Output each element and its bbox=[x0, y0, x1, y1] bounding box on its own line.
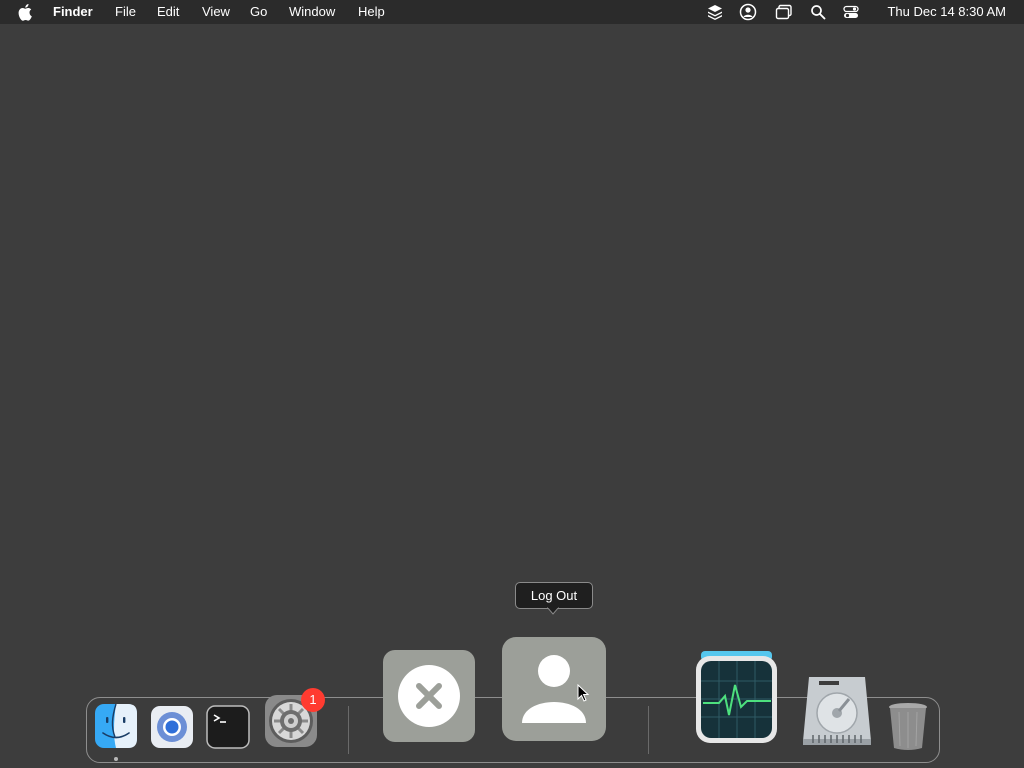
menu-window[interactable]: Window bbox=[289, 4, 335, 20]
terminal-icon[interactable] bbox=[206, 705, 250, 749]
menu-go[interactable]: Go bbox=[250, 4, 267, 20]
finder-running-indicator bbox=[114, 757, 118, 761]
trash-icon[interactable] bbox=[887, 702, 929, 752]
mouse-cursor-icon bbox=[577, 684, 589, 702]
screen-mirroring-icon[interactable] bbox=[775, 3, 793, 21]
menu-view[interactable]: View bbox=[202, 4, 230, 20]
menu-edit[interactable]: Edit bbox=[157, 4, 179, 20]
menu-clock[interactable]: Thu Dec 14 8:30 AM bbox=[887, 4, 1006, 20]
menu-bar: Finder File Edit View Go Window Help Thu… bbox=[0, 0, 1024, 24]
spotlight-search-icon[interactable] bbox=[809, 3, 827, 21]
close-icon[interactable] bbox=[383, 650, 475, 742]
finder-icon[interactable] bbox=[94, 703, 138, 749]
menu-file[interactable]: File bbox=[115, 4, 136, 20]
dock-tooltip: Log Out bbox=[515, 582, 593, 609]
menu-help[interactable]: Help bbox=[358, 4, 385, 20]
activity-monitor-icon[interactable] bbox=[695, 651, 778, 744]
chromium-icon[interactable] bbox=[150, 705, 194, 749]
tooltip-tail bbox=[547, 607, 559, 615]
layers-icon[interactable] bbox=[706, 3, 724, 21]
hard-drive-icon[interactable] bbox=[801, 675, 873, 747]
control-center-icon[interactable] bbox=[842, 3, 860, 21]
dock-separator bbox=[348, 706, 349, 754]
apple-menu-icon[interactable] bbox=[18, 3, 34, 21]
dock-separator bbox=[648, 706, 649, 754]
menu-app-name[interactable]: Finder bbox=[53, 4, 93, 20]
user-icon[interactable] bbox=[502, 637, 606, 741]
notification-badge: 1 bbox=[301, 688, 325, 712]
user-account-icon[interactable] bbox=[739, 3, 757, 21]
